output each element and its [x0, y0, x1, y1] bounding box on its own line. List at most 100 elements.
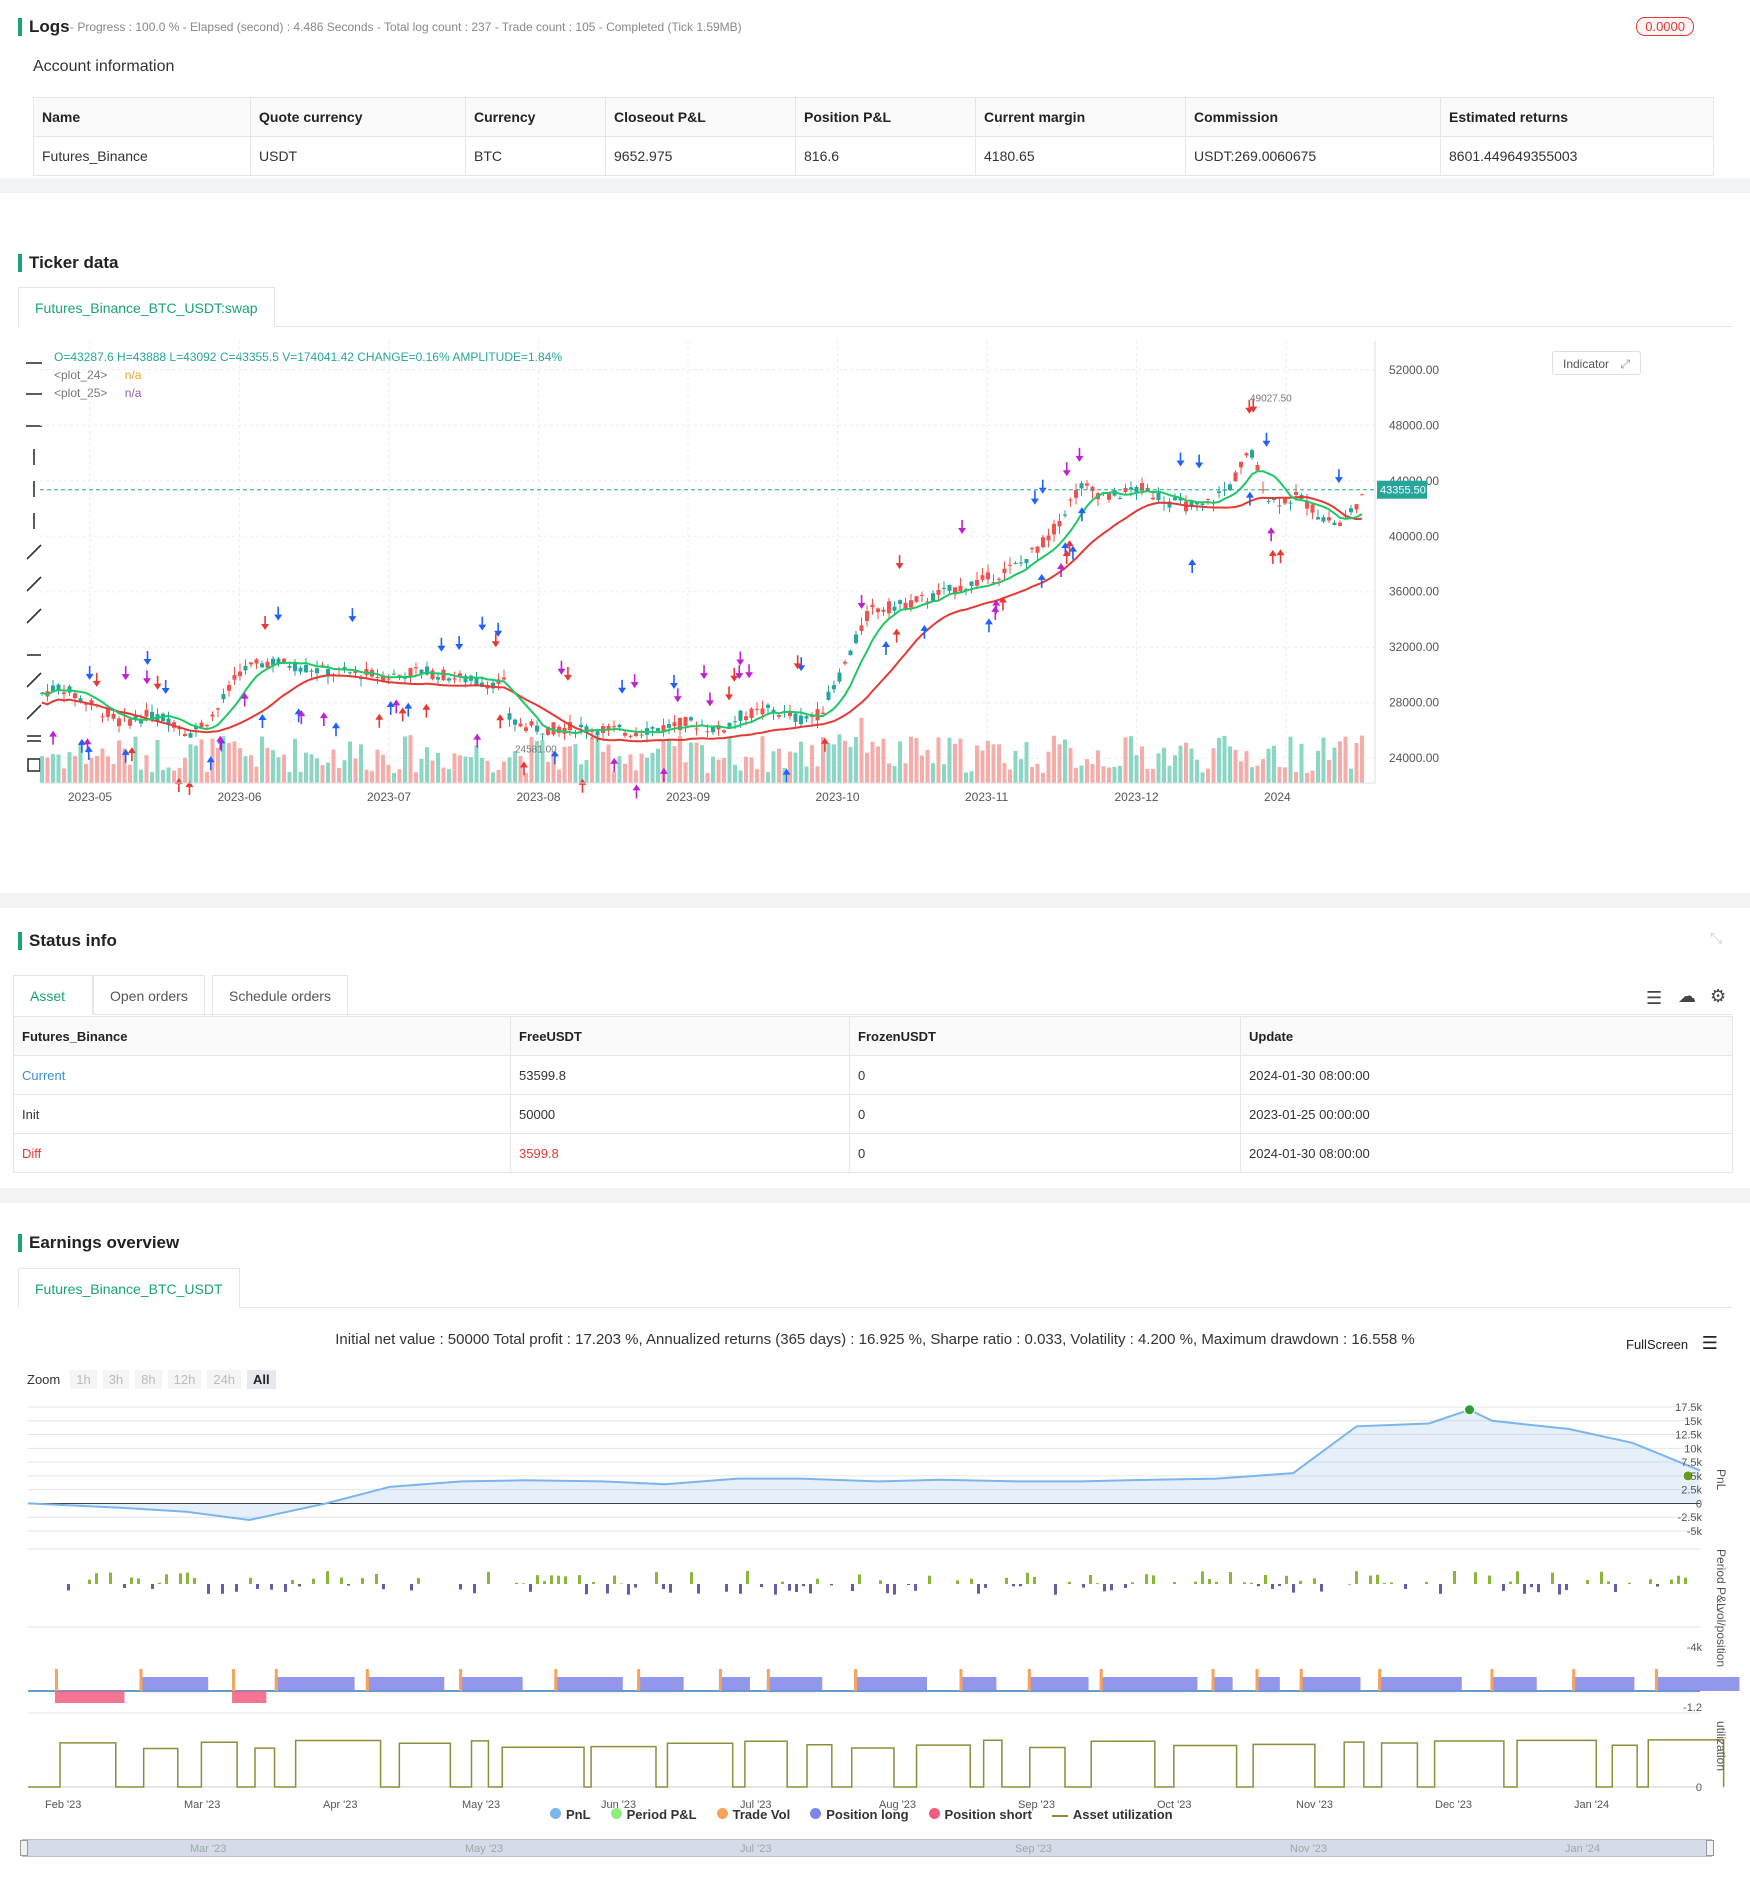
period-bar — [1082, 1584, 1085, 1588]
time-tick-label: Nov '23 — [1296, 1799, 1333, 1811]
volume-bar — [722, 757, 726, 783]
trade-marker-arrowhead — [437, 645, 446, 652]
time-tick-label: 2023-07 — [367, 790, 411, 804]
zoom-24h[interactable]: 24h — [207, 1370, 242, 1389]
candle-body — [667, 724, 671, 728]
volume-bar — [870, 741, 875, 783]
volume-bar — [606, 744, 611, 783]
tab-earnings-symbol[interactable]: Futures_Binance_BTC_USDT — [18, 1268, 240, 1308]
tab-schedule-orders[interactable]: Schedule orders — [212, 975, 348, 1015]
period-bar — [459, 1584, 462, 1590]
cell: 816.6 — [795, 136, 976, 176]
ticker-panel: Ticker data Futures_Binance_BTC_USDT:swa… — [0, 193, 1750, 893]
volume-bar — [1222, 735, 1227, 783]
cloud-download-icon[interactable]: ☁ — [1678, 986, 1696, 1007]
candle-body — [1063, 514, 1067, 516]
candle-body — [408, 667, 413, 677]
tab-open-orders[interactable]: Open orders — [93, 975, 205, 1015]
volume-bar — [1129, 736, 1133, 783]
volume-bar — [1283, 767, 1287, 783]
zoom-12h[interactable]: 12h — [167, 1370, 202, 1389]
zoom-8h[interactable]: 8h — [135, 1370, 162, 1389]
period-bar — [984, 1584, 987, 1588]
volume-bar — [1233, 749, 1238, 783]
row-label-current[interactable]: Current — [13, 1055, 511, 1095]
candle-body — [111, 713, 116, 719]
zoom-1h[interactable]: 1h — [70, 1370, 97, 1389]
period-bar — [165, 1574, 168, 1584]
volume-bar — [95, 755, 99, 783]
period-bar — [1201, 1571, 1204, 1584]
status-title: Status info — [18, 931, 117, 951]
legend-period-pnl[interactable]: Period P&L — [610, 1807, 697, 1822]
trade-vol-bar — [1490, 1669, 1494, 1691]
menu-icon[interactable]: ☰ — [1702, 1333, 1718, 1353]
volume-bar — [925, 749, 930, 783]
zoom-all[interactable]: All — [247, 1370, 276, 1389]
period-bar — [893, 1584, 896, 1595]
zoom-3h[interactable]: 3h — [102, 1370, 130, 1389]
candle-body — [1321, 517, 1326, 522]
candle-body — [518, 723, 523, 727]
col-exchange: Futures_Binance — [13, 1016, 511, 1056]
candle-body — [128, 719, 132, 726]
candle-body — [623, 732, 627, 736]
position-long-bar — [1099, 1677, 1198, 1691]
gear-icon[interactable]: ⚙ — [1710, 986, 1726, 1007]
tab-asset[interactable]: Asset — [13, 975, 93, 1015]
candle-body — [1052, 523, 1056, 535]
legend-pnl[interactable]: PnL — [550, 1807, 591, 1822]
list-icon[interactable]: ☰ — [1646, 988, 1662, 1009]
period-bar — [382, 1584, 385, 1590]
price-tick-label: 52000.00 — [1389, 363, 1439, 377]
legend-position-long[interactable]: Position long — [810, 1807, 909, 1822]
candlestick-chart[interactable]: 52000.0048000.0044000.0040000.0036000.00… — [40, 341, 1740, 841]
candle-body — [958, 585, 963, 592]
trade-marker-arrowhead — [49, 730, 58, 737]
volume-bar — [232, 741, 237, 783]
pnl-tick-label: -2.5k — [1678, 1512, 1703, 1524]
volume-bar — [1008, 769, 1012, 783]
volume-bar — [337, 767, 341, 783]
candle-body — [980, 575, 985, 580]
volume-bar — [205, 771, 209, 783]
volume-bar — [942, 764, 946, 783]
candle-body — [73, 693, 77, 699]
volume-bar — [1156, 753, 1161, 783]
position-long-bar — [1255, 1677, 1280, 1691]
fullscreen-button[interactable]: FullScreen ☰ — [1626, 1333, 1718, 1354]
close-icon[interactable]: ⤡ — [1710, 930, 1722, 947]
volume-bar — [1052, 735, 1056, 783]
period-bar — [291, 1579, 294, 1584]
legend-asset-utilization[interactable]: Asset utilization — [1051, 1807, 1173, 1822]
period-axis-title: Period P&L — [1714, 1549, 1728, 1610]
vol-axis-title: vol/position — [1714, 1607, 1728, 1667]
volume-bar — [920, 755, 924, 783]
trade-marker-arrowhead — [632, 784, 641, 791]
candle-body — [117, 718, 121, 727]
period-bar — [137, 1578, 140, 1584]
volume-bar — [375, 749, 380, 783]
volume-bar — [1140, 746, 1144, 783]
status-panel: Status info ⤡ Asset Open orders Schedule… — [0, 908, 1750, 1188]
candle-body — [1233, 472, 1238, 482]
volume-bar — [84, 763, 88, 783]
volume-bar — [887, 763, 891, 783]
candle-body — [1255, 464, 1260, 471]
period-bar — [1390, 1582, 1393, 1584]
account-info-title: Account information — [33, 58, 175, 75]
volume-bar — [430, 760, 435, 783]
period-bar — [1131, 1582, 1134, 1584]
candle-body — [1118, 498, 1122, 500]
candle-body — [1354, 504, 1359, 510]
tab-ticker-symbol[interactable]: Futures_Binance_BTC_USDT:swap — [18, 287, 275, 327]
cell: 8601.449649355003 — [1440, 136, 1714, 176]
legend-position-short[interactable]: Position short — [928, 1807, 1032, 1822]
candle-body — [1316, 517, 1320, 520]
volume-bar — [1294, 771, 1298, 783]
time-tick-label: Jan '24 — [1574, 1799, 1609, 1811]
pnl-tick-label: 5k — [1690, 1471, 1702, 1483]
legend-trade-vol[interactable]: Trade Vol — [716, 1807, 790, 1822]
period-bar — [88, 1579, 91, 1584]
period-bar — [725, 1584, 728, 1592]
